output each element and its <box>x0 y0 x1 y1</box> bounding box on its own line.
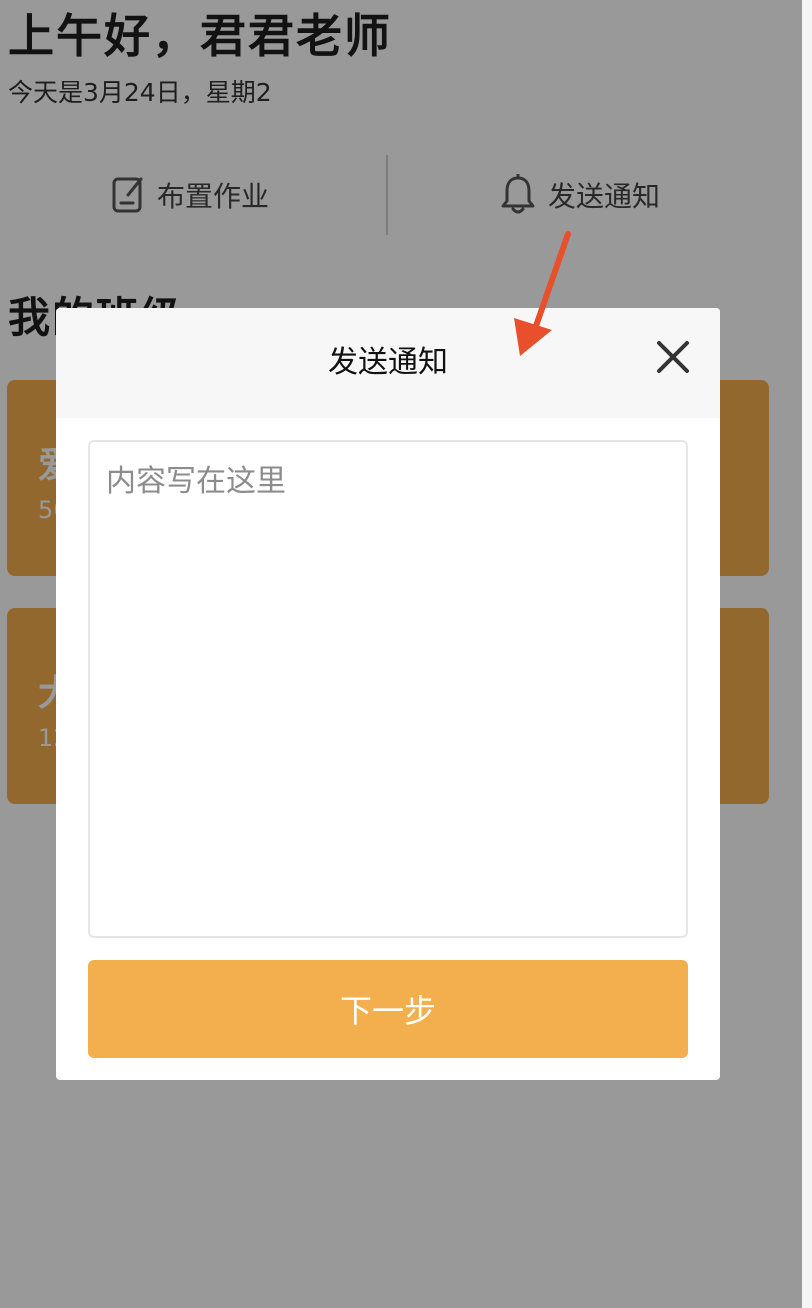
scrollbar[interactable] <box>802 0 812 1308</box>
next-step-button[interactable]: 下一步 <box>88 960 688 1058</box>
send-notice-dialog: 发送通知 下一步 <box>56 308 720 1080</box>
close-icon[interactable] <box>654 338 692 376</box>
notice-content-input[interactable] <box>88 440 688 938</box>
dialog-title: 发送通知 <box>328 345 448 380</box>
dialog-header: 发送通知 <box>56 308 720 418</box>
